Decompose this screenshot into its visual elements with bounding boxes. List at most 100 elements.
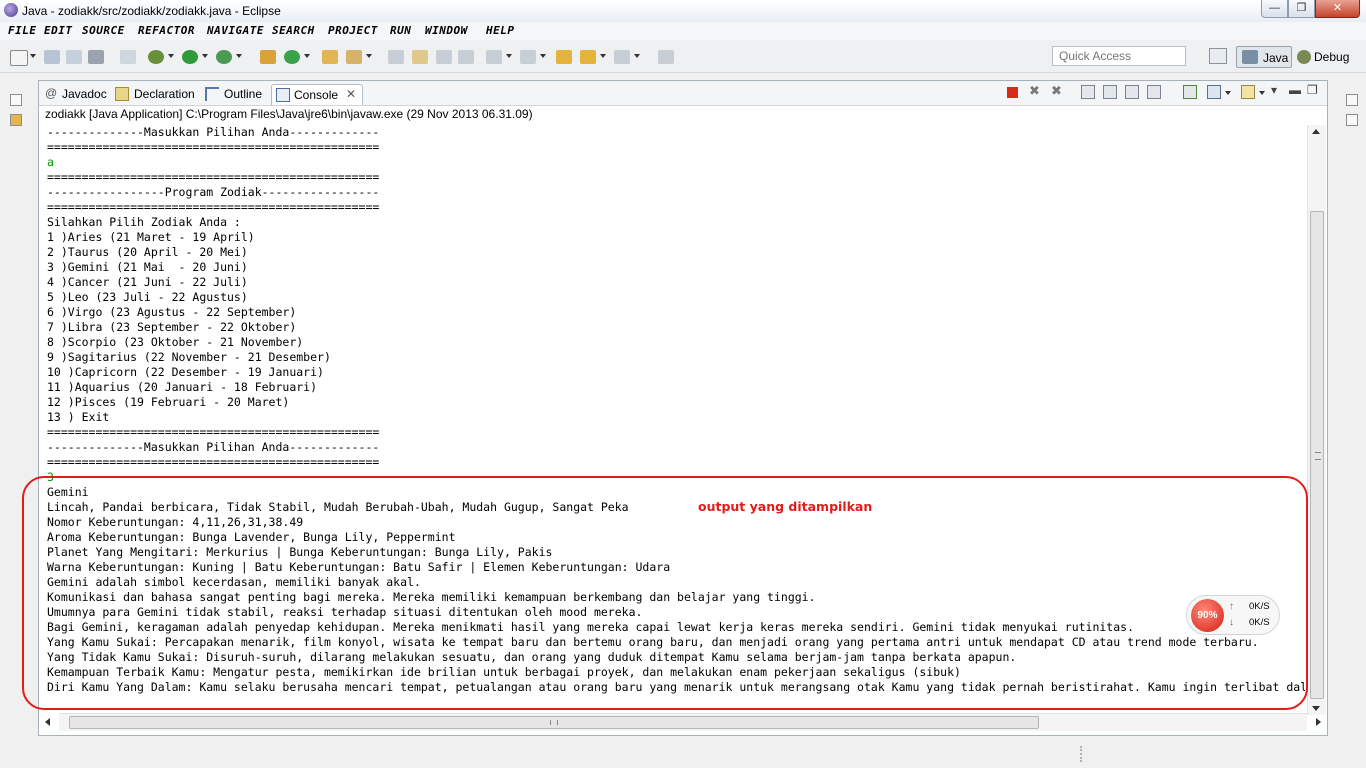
- pin-console-icon[interactable]: [1183, 85, 1197, 99]
- console-line: ========================================…: [47, 200, 380, 214]
- open-perspective-icon[interactable]: [1209, 48, 1227, 64]
- tab-javadoc[interactable]: @ Javadoc: [45, 84, 111, 104]
- previous-annotation-caret[interactable]: [540, 54, 546, 58]
- console-line: 12 )Pisces (19 Februari - 20 Maret): [47, 395, 290, 409]
- new-dropdown-caret[interactable]: [30, 54, 36, 58]
- show-console-on-output-icon[interactable]: [1147, 85, 1161, 99]
- quick-access-input[interactable]: [1052, 46, 1186, 66]
- restore-icon[interactable]: [10, 94, 22, 106]
- word-wrap-icon[interactable]: [1125, 85, 1139, 99]
- open-console-icon[interactable]: [1241, 85, 1255, 99]
- external-tools-caret[interactable]: [236, 54, 242, 58]
- tab-outline[interactable]: Outline: [205, 84, 269, 104]
- menu-file[interactable]: FILE: [8, 24, 37, 37]
- block-selection-icon[interactable]: [436, 50, 452, 64]
- search-dropdown-caret[interactable]: [366, 54, 372, 58]
- console-line: 6 )Virgo (23 Agustus - 22 September): [47, 305, 297, 319]
- menu-help[interactable]: HELP: [486, 24, 515, 37]
- next-annotation-caret[interactable]: [506, 54, 512, 58]
- console-line: 2 )Taurus (20 April - 20 Mei): [47, 245, 248, 259]
- scroll-right-icon[interactable]: [1316, 718, 1321, 726]
- debug-icon[interactable]: [148, 50, 164, 64]
- run-icon[interactable]: [182, 50, 198, 64]
- forward-dropdown-caret[interactable]: [634, 54, 640, 58]
- forward-icon[interactable]: [614, 50, 630, 64]
- download-arrow-icon: ↓: [1229, 617, 1234, 628]
- console-line: ========================================…: [47, 170, 380, 184]
- java-perspective-button[interactable]: Java: [1236, 46, 1292, 68]
- menu-run[interactable]: RUN: [390, 24, 411, 37]
- window-title: Java - zodiakk/src/zodiakk/zodiakk.java …: [22, 4, 281, 18]
- minimize-button[interactable]: —: [1261, 0, 1288, 18]
- display-console-caret[interactable]: [1225, 91, 1231, 95]
- back-icon[interactable]: [580, 50, 596, 64]
- save-icon[interactable]: [44, 50, 60, 64]
- new-class-caret[interactable]: [304, 54, 310, 58]
- menu-source[interactable]: SOURCE: [82, 24, 125, 37]
- at-icon: @: [45, 86, 58, 100]
- menu-window[interactable]: WINDOW: [425, 24, 468, 37]
- clear-console-icon[interactable]: [1081, 85, 1095, 99]
- last-edit-location-icon[interactable]: [556, 50, 572, 64]
- tab-console[interactable]: Console ✕: [271, 84, 363, 105]
- open-type-icon[interactable]: [322, 50, 338, 64]
- display-selected-console-icon[interactable]: [1207, 85, 1221, 99]
- toggle-mark-occurrences-icon[interactable]: [388, 50, 404, 64]
- console-line: 11 )Aquarius (20 Januari - 18 Februari): [47, 380, 318, 394]
- scroll-down-icon[interactable]: [1312, 706, 1320, 711]
- network-speed-widget[interactable]: 90% ↑ 0K/S ↓ 0K/S: [1186, 595, 1280, 635]
- upload-arrow-icon: ↑: [1229, 601, 1234, 612]
- eclipse-icon: [4, 3, 18, 17]
- output-annotation: output yang ditampilkan: [698, 499, 873, 514]
- new-java-package-icon[interactable]: [260, 50, 276, 64]
- scroll-lock-icon[interactable]: [1103, 85, 1117, 99]
- search-icon[interactable]: [346, 50, 362, 64]
- scroll-left-icon[interactable]: [45, 718, 50, 726]
- horizontal-scrollbar[interactable]: [45, 713, 1321, 731]
- run-dropdown-caret[interactable]: [202, 54, 208, 58]
- view-menu-icon[interactable]: ▾: [1271, 83, 1285, 97]
- save-all-icon[interactable]: [66, 50, 82, 64]
- close-button[interactable]: ✕: [1315, 0, 1360, 18]
- menu-search[interactable]: SEARCH: [272, 24, 315, 37]
- new-icon[interactable]: [10, 50, 28, 66]
- remove-all-terminated-icon[interactable]: ✖: [1051, 83, 1065, 98]
- console-line: Silahkan Pilih Zodiak Anda :: [47, 215, 241, 229]
- back-dropdown-caret[interactable]: [600, 54, 606, 58]
- skip-breakpoints-icon[interactable]: [120, 50, 136, 64]
- editor-area-icon[interactable]: [1346, 114, 1358, 126]
- terminate-icon[interactable]: [1007, 87, 1018, 98]
- run-external-tools-icon[interactable]: [216, 50, 232, 64]
- vertical-scroll-thumb[interactable]: [1310, 211, 1324, 699]
- close-tab-icon[interactable]: ✕: [346, 87, 356, 101]
- tab-outline-label: Outline: [224, 87, 263, 101]
- menu-refactor[interactable]: REFACTOR: [138, 24, 195, 37]
- remove-launch-icon[interactable]: ✖: [1029, 83, 1043, 98]
- new-java-class-icon[interactable]: [284, 50, 300, 64]
- menu-edit[interactable]: EDIT: [44, 24, 73, 37]
- pin-editor-icon[interactable]: [658, 50, 674, 64]
- previous-annotation-icon[interactable]: [520, 50, 536, 64]
- print-icon[interactable]: [88, 50, 104, 64]
- vertical-scrollbar[interactable]: [1307, 125, 1326, 715]
- console-input-line: a: [47, 155, 54, 169]
- menu-project[interactable]: PROJECT: [328, 24, 378, 37]
- show-whitespace-icon[interactable]: [458, 50, 474, 64]
- scroll-up-icon[interactable]: [1312, 129, 1320, 134]
- next-annotation-icon[interactable]: [486, 50, 502, 64]
- menu-navigate[interactable]: NAVIGATE: [207, 24, 264, 37]
- horizontal-scroll-thumb[interactable]: [69, 716, 1039, 729]
- maximize-view-icon[interactable]: ❐: [1307, 83, 1321, 97]
- console-line: ========================================…: [47, 140, 380, 154]
- tab-declaration[interactable]: Declaration: [115, 84, 201, 104]
- console-line: 8 )Scorpio (23 Oktober - 21 November): [47, 335, 304, 349]
- maximize-button[interactable]: ❐: [1288, 0, 1315, 18]
- minimize-view-icon[interactable]: ▬: [1289, 83, 1303, 97]
- highlight-icon[interactable]: [412, 50, 428, 64]
- package-explorer-icon[interactable]: [10, 114, 22, 126]
- outline-icon: [205, 87, 219, 101]
- tab-javadoc-label: Javadoc: [62, 87, 107, 101]
- open-console-caret[interactable]: [1259, 91, 1265, 95]
- debug-dropdown-caret[interactable]: [168, 54, 174, 58]
- restore-right-icon[interactable]: [1346, 94, 1358, 106]
